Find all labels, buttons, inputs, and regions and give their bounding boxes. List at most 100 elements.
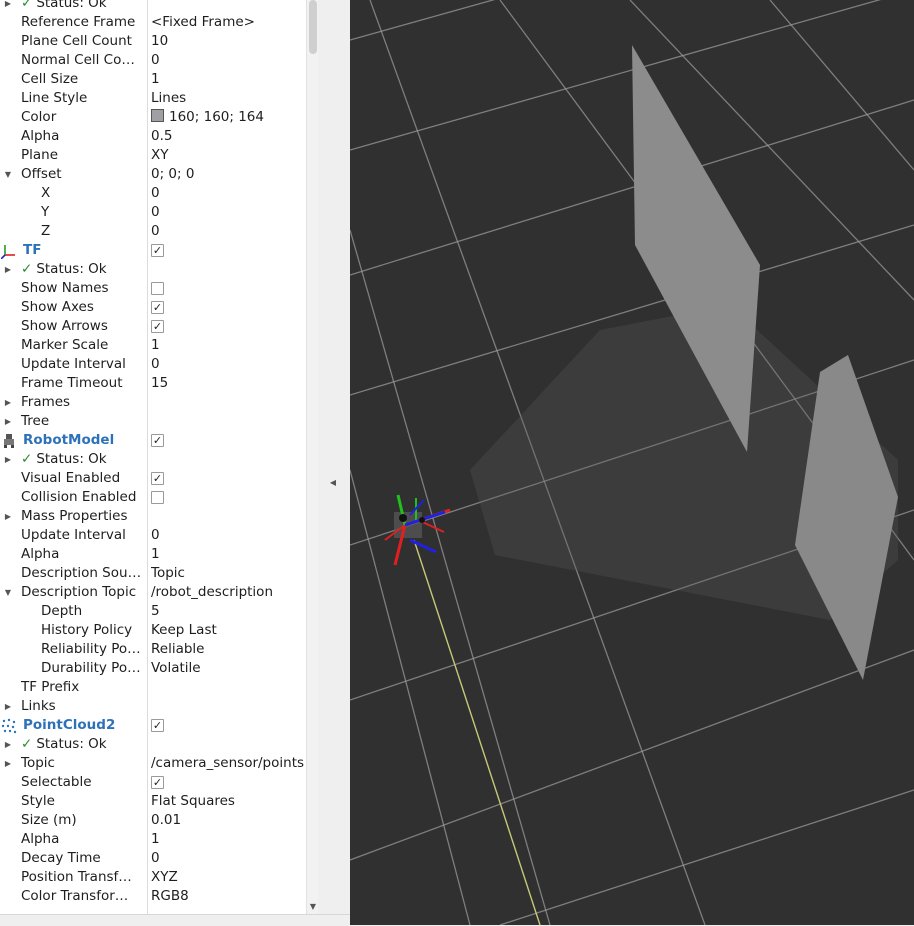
- property-row[interactable]: Show Arrows ✓: [0, 317, 306, 336]
- property-row[interactable]: ▶ ✓ Status: Ok: [0, 260, 306, 279]
- expand-right-arrow-icon[interactable]: ▶: [3, 754, 13, 773]
- expand-right-arrow-icon[interactable]: ▶: [3, 393, 13, 412]
- property-row[interactable]: Z0: [0, 222, 306, 241]
- property-value[interactable]: 0; 0; 0: [151, 165, 306, 184]
- property-row[interactable]: Frame Timeout 15: [0, 374, 306, 393]
- property-value[interactable]: 0.5: [151, 127, 306, 146]
- property-value[interactable]: 1: [151, 545, 306, 564]
- property-row[interactable]: Plane XY: [0, 146, 306, 165]
- property-row[interactable]: X0: [0, 184, 306, 203]
- expand-down-arrow-icon[interactable]: ▼: [3, 165, 13, 184]
- property-row[interactable]: ▶ Mass Properties: [0, 507, 306, 526]
- property-row[interactable]: Reference Frame <Fixed Frame>: [0, 13, 306, 32]
- property-value[interactable]: 0: [151, 203, 306, 222]
- property-row[interactable]: Color Transfor… RGB8: [0, 887, 306, 906]
- property-value[interactable]: Lines: [151, 89, 306, 108]
- property-row[interactable]: Y0: [0, 203, 306, 222]
- property-row[interactable]: Show Axes ✓: [0, 298, 306, 317]
- property-row[interactable]: Normal Cell Co… 0: [0, 51, 306, 70]
- display-pointcloud2[interactable]: PointCloud2 ✓: [0, 716, 306, 735]
- property-checkbox[interactable]: ✓: [151, 719, 164, 732]
- property-row[interactable]: TF Prefix: [0, 678, 306, 697]
- property-row[interactable]: Style Flat Squares: [0, 792, 306, 811]
- property-row[interactable]: History Policy Keep Last: [0, 621, 306, 640]
- property-value[interactable]: Topic: [151, 564, 306, 583]
- property-row[interactable]: Collision Enabled: [0, 488, 306, 507]
- 3d-viewport[interactable]: [350, 0, 914, 925]
- property-checkbox[interactable]: [151, 491, 164, 504]
- display-tf[interactable]: TF ✓: [0, 241, 306, 260]
- property-row[interactable]: Line Style Lines: [0, 89, 306, 108]
- property-row[interactable]: ▶ ✓ Status: Ok: [0, 735, 306, 754]
- property-row[interactable]: Position Transf… XYZ: [0, 868, 306, 887]
- property-value[interactable]: XY: [151, 146, 306, 165]
- property-checkbox[interactable]: ✓: [151, 776, 164, 789]
- property-checkbox[interactable]: ✓: [151, 244, 164, 257]
- property-row[interactable]: ▶ ✓ Status: Ok: [0, 0, 306, 13]
- property-row[interactable]: ▶ Frames: [0, 393, 306, 412]
- expand-right-arrow-icon[interactable]: ▶: [3, 0, 13, 13]
- property-row[interactable]: Description Sou… Topic: [0, 564, 306, 583]
- property-row[interactable]: Marker Scale 1: [0, 336, 306, 355]
- expand-right-arrow-icon[interactable]: ▶: [3, 412, 13, 431]
- property-value[interactable]: 10: [151, 32, 306, 51]
- property-row[interactable]: Size (m) 0.01: [0, 811, 306, 830]
- collapse-panel-arrow-icon[interactable]: ◀: [327, 476, 339, 490]
- expand-right-arrow-icon[interactable]: ▶: [3, 697, 13, 716]
- property-checkbox[interactable]: [151, 282, 164, 295]
- property-row[interactable]: Update Interval 0: [0, 526, 306, 545]
- property-row[interactable]: ▶ ✓ Status: Ok: [0, 450, 306, 469]
- expand-down-arrow-icon[interactable]: ▼: [3, 583, 13, 602]
- property-row[interactable]: ▶ Tree: [0, 412, 306, 431]
- property-row[interactable]: Update Interval 0: [0, 355, 306, 374]
- property-value[interactable]: 1: [151, 830, 306, 849]
- property-value[interactable]: /robot_description: [151, 583, 306, 602]
- property-value[interactable]: 1: [151, 70, 306, 89]
- property-value[interactable]: Reliable: [151, 640, 306, 659]
- property-value[interactable]: XYZ: [151, 868, 306, 887]
- property-value[interactable]: 160; 160; 164: [151, 108, 306, 127]
- property-value[interactable]: 0.01: [151, 811, 306, 830]
- expand-right-arrow-icon[interactable]: ▶: [3, 450, 13, 469]
- property-row[interactable]: ▶ Topic/camera_sensor/points: [0, 754, 306, 773]
- property-value[interactable]: 0: [151, 184, 306, 203]
- property-checkbox[interactable]: ✓: [151, 301, 164, 314]
- property-value[interactable]: 0: [151, 222, 306, 241]
- property-row[interactable]: ▼ Offset 0; 0; 0: [0, 165, 306, 184]
- property-row[interactable]: Alpha 1: [0, 545, 306, 564]
- display-robotmodel[interactable]: RobotModel ✓: [0, 431, 306, 450]
- property-row[interactable]: ▶ Links: [0, 697, 306, 716]
- expand-right-arrow-icon[interactable]: ▶: [3, 507, 13, 526]
- property-value[interactable]: Volatile: [151, 659, 306, 678]
- property-value[interactable]: /camera_sensor/points: [151, 754, 306, 773]
- property-row[interactable]: Cell Size 1: [0, 70, 306, 89]
- expand-right-arrow-icon[interactable]: ▶: [3, 260, 13, 279]
- property-row[interactable]: Selectable ✓: [0, 773, 306, 792]
- properties-tree[interactable]: ▶ ✓ Status: Ok Reference Frame <Fixed Frame>…: [0, 0, 306, 914]
- property-row[interactable]: Color 160; 160; 164: [0, 108, 306, 127]
- property-checkbox[interactable]: ✓: [151, 434, 164, 447]
- property-value[interactable]: 0: [151, 51, 306, 70]
- property-row[interactable]: Durability Po… Volatile: [0, 659, 306, 678]
- property-checkbox[interactable]: ✓: [151, 320, 164, 333]
- property-row[interactable]: ▼ Description Topic/robot_description: [0, 583, 306, 602]
- property-row[interactable]: Alpha 0.5: [0, 127, 306, 146]
- panel-splitter[interactable]: [318, 0, 350, 914]
- property-value[interactable]: 15: [151, 374, 306, 393]
- property-row[interactable]: Plane Cell Count 10: [0, 32, 306, 51]
- color-swatch[interactable]: [151, 109, 164, 122]
- property-row[interactable]: Show Names: [0, 279, 306, 298]
- property-row[interactable]: Reliability Po… Reliable: [0, 640, 306, 659]
- property-value[interactable]: Keep Last: [151, 621, 306, 640]
- property-row[interactable]: Decay Time 0: [0, 849, 306, 868]
- property-value[interactable]: <Fixed Frame>: [151, 13, 306, 32]
- property-checkbox[interactable]: ✓: [151, 472, 164, 485]
- property-value[interactable]: Flat Squares: [151, 792, 306, 811]
- property-value[interactable]: 1: [151, 336, 306, 355]
- property-value[interactable]: 5: [151, 602, 306, 621]
- property-value[interactable]: 0: [151, 526, 306, 545]
- expand-right-arrow-icon[interactable]: ▶: [3, 735, 13, 754]
- property-row[interactable]: Depth 5: [0, 602, 306, 621]
- scrollbar-thumb[interactable]: [309, 0, 317, 54]
- property-row[interactable]: Alpha 1: [0, 830, 306, 849]
